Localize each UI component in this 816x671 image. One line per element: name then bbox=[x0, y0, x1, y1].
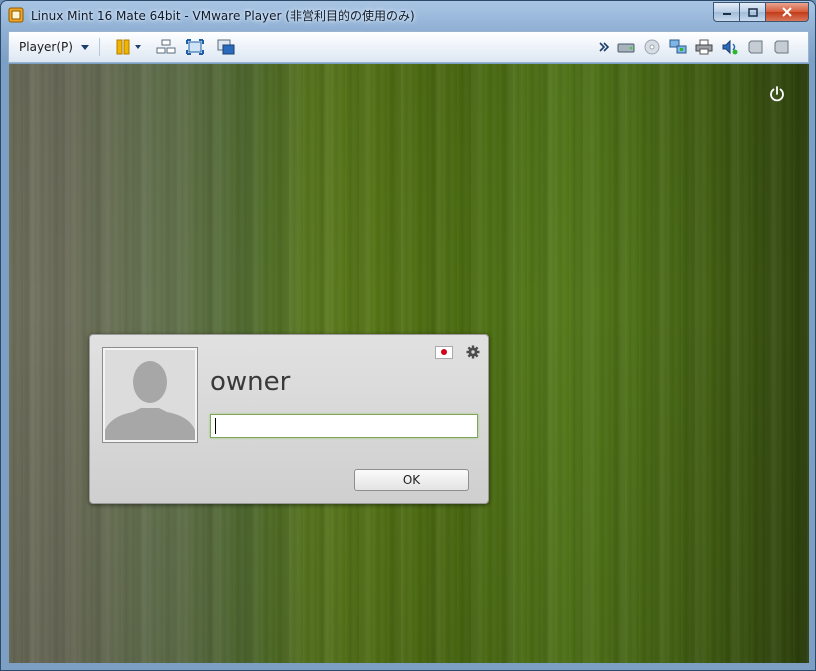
hard-disk-device[interactable] bbox=[615, 32, 637, 62]
player-menu[interactable]: Player(P) bbox=[13, 32, 95, 62]
window-caption-buttons bbox=[713, 2, 809, 22]
unity-icon bbox=[217, 39, 235, 55]
avatar-silhouette bbox=[105, 350, 195, 440]
maximize-icon bbox=[747, 7, 758, 17]
sound-card-icon bbox=[722, 39, 738, 55]
text-caret bbox=[215, 418, 216, 434]
removable-device-icon bbox=[748, 40, 763, 54]
removable-device-1[interactable] bbox=[745, 32, 767, 62]
removable-device-2[interactable] bbox=[771, 32, 793, 62]
more-devices-button[interactable] bbox=[595, 32, 613, 62]
power-icon[interactable] bbox=[768, 85, 786, 103]
hard-disk-icon bbox=[617, 43, 635, 53]
unity-button[interactable] bbox=[213, 32, 239, 62]
user-silhouette-icon bbox=[105, 350, 195, 440]
maximize-button[interactable] bbox=[740, 2, 766, 22]
full-screen-icon bbox=[186, 39, 204, 55]
pause-icon bbox=[116, 39, 141, 55]
player-menu-label: Player(P) bbox=[19, 40, 73, 54]
vm-display[interactable]: owner OK bbox=[9, 64, 809, 663]
close-icon bbox=[782, 7, 792, 17]
minimize-button[interactable] bbox=[713, 2, 740, 22]
pause-button[interactable] bbox=[107, 32, 145, 62]
cd-drive-device[interactable] bbox=[641, 32, 663, 62]
title-bar[interactable]: Linux Mint 16 Mate 64bit - VMware Player… bbox=[1, 1, 815, 29]
vmware-app-icon bbox=[8, 7, 24, 23]
toolbar-separator bbox=[99, 38, 100, 56]
user-avatar bbox=[102, 347, 198, 443]
send-ctrl-alt-del-button[interactable] bbox=[153, 32, 179, 62]
network-adapter-icon bbox=[669, 39, 687, 54]
close-button[interactable] bbox=[766, 2, 809, 22]
password-input[interactable] bbox=[210, 414, 478, 438]
username-label: owner bbox=[210, 367, 291, 397]
cd-drive-icon bbox=[644, 39, 660, 55]
full-screen-button[interactable] bbox=[182, 32, 208, 62]
chevron-down-icon bbox=[80, 44, 89, 50]
keyboard-layout-flag-icon[interactable] bbox=[435, 346, 453, 359]
login-dialog: owner OK bbox=[89, 334, 489, 504]
ok-button[interactable]: OK bbox=[354, 469, 469, 491]
double-chevron-right-icon bbox=[599, 42, 609, 52]
send-ctrl-alt-del-icon bbox=[156, 39, 176, 54]
printer-icon bbox=[695, 39, 713, 55]
sound-card-device[interactable] bbox=[719, 32, 741, 62]
vmware-toolbar: Player(P) bbox=[8, 31, 809, 63]
minimize-icon bbox=[722, 13, 731, 15]
network-adapter-device[interactable] bbox=[667, 32, 689, 62]
gear-icon[interactable] bbox=[466, 345, 480, 359]
window-bottom-frame bbox=[8, 663, 809, 669]
removable-device-icon-2 bbox=[774, 40, 789, 54]
printer-device[interactable] bbox=[693, 32, 715, 62]
vmware-player-window: Linux Mint 16 Mate 64bit - VMware Player… bbox=[0, 0, 816, 671]
window-title: Linux Mint 16 Mate 64bit - VMware Player… bbox=[31, 9, 415, 23]
